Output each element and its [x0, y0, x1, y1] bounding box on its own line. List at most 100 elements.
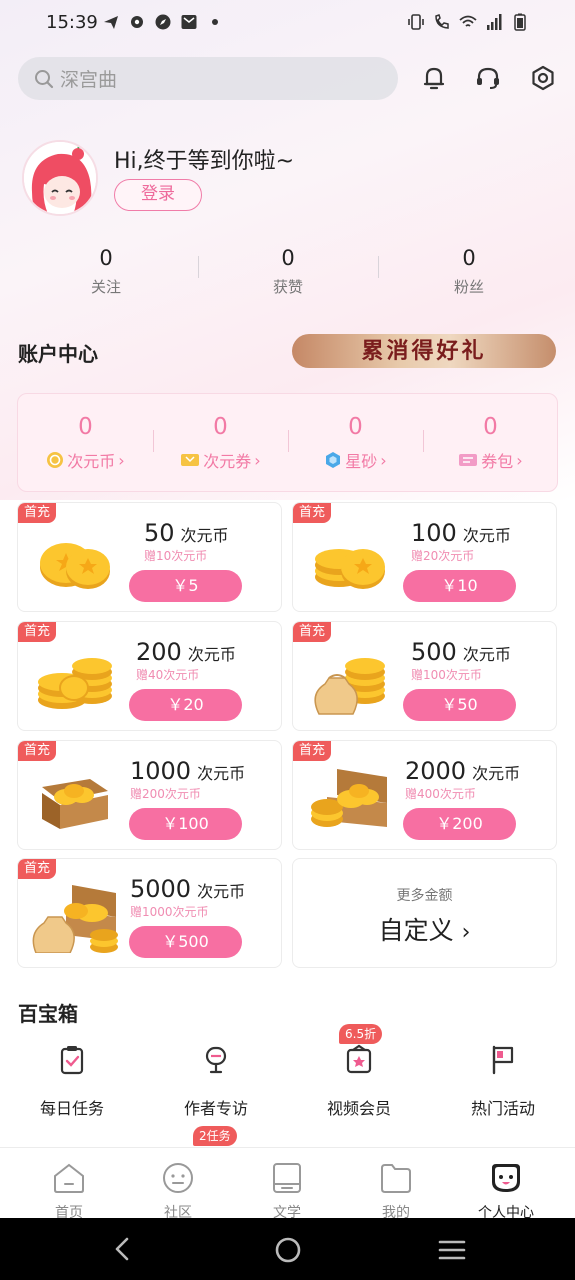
- treasure-chest-bag-icon: [32, 885, 118, 953]
- home-icon: [54, 1163, 84, 1193]
- tool-hot-events[interactable]: 热门活动: [443, 1042, 563, 1119]
- headset-icon: [477, 67, 499, 89]
- wallet-label: 券包: [481, 452, 514, 471]
- recharge-amount: 2000: [405, 757, 467, 785]
- search-input[interactable]: 深宫曲: [18, 57, 398, 100]
- settings-button[interactable]: [527, 62, 559, 94]
- tool-label: 每日任务: [39, 1099, 104, 1118]
- login-button[interactable]: 登录: [114, 179, 202, 211]
- tool-label: 作者专访: [183, 1099, 248, 1118]
- back-icon[interactable]: [110, 1236, 136, 1262]
- price-button[interactable]: ￥200: [403, 808, 516, 840]
- settings-small-icon: [131, 16, 143, 28]
- profile-face-icon: [492, 1164, 520, 1192]
- stat-fans[interactable]: 0 粉丝: [409, 246, 529, 297]
- wallet-label: 次元币: [67, 452, 116, 471]
- price-button[interactable]: ￥100: [129, 808, 242, 840]
- recharge-option-5000[interactable]: 首充 5000 次元币 赠1000次元币 ￥500: [17, 858, 282, 968]
- stat-likes[interactable]: 0 获赞: [228, 246, 348, 297]
- status-time: 15:39: [46, 12, 98, 33]
- nav-community[interactable]: 社区: [128, 1162, 228, 1222]
- recharge-amount: 5000: [130, 875, 192, 903]
- tool-daily-tasks[interactable]: 每日任务: [12, 1042, 132, 1119]
- recharge-unit: 次元币: [197, 882, 246, 901]
- system-nav-bar: [0, 1218, 575, 1280]
- custom-amount-subtitle: 更多金额: [396, 888, 453, 904]
- voucher-icon: [459, 454, 478, 466]
- wallet-item-coins[interactable]: 0 次元币 ›: [18, 414, 153, 472]
- discount-badge: 6.5折: [339, 1024, 383, 1044]
- recharge-bonus: 赠40次元币: [136, 668, 200, 682]
- tool-video-membership[interactable]: 视频会员: [299, 1042, 419, 1119]
- bottom-nav: 首页 社区 2任务 文学 我的 个人中心: [0, 1126, 575, 1221]
- status-bar: 15:39: [0, 0, 575, 48]
- home-circle-icon[interactable]: [274, 1236, 302, 1264]
- stat-following[interactable]: 0 关注: [46, 246, 166, 297]
- community-icon: [163, 1163, 193, 1193]
- recharge-option-1000[interactable]: 首充 1000 次元币 赠200次元币 ￥100: [17, 740, 282, 850]
- price-button[interactable]: ￥10: [403, 570, 516, 602]
- video-member-icon: [346, 1044, 372, 1074]
- stat-label: 粉丝: [453, 278, 484, 296]
- wallet-item-tickets[interactable]: 0 次元券 ›: [153, 414, 288, 472]
- price-button[interactable]: ￥5: [129, 570, 242, 602]
- coin-bag-icon: [314, 658, 385, 715]
- wallet-item-stardust[interactable]: 0 星砂 ›: [288, 414, 423, 472]
- mail-icon: [181, 15, 197, 29]
- stat-divider: [378, 256, 379, 278]
- recharge-unit: 次元币: [197, 764, 246, 783]
- recharge-unit: 次元币: [180, 526, 229, 545]
- gear-icon: [532, 65, 554, 91]
- nav-literature[interactable]: 文学: [237, 1162, 337, 1222]
- chevron-right-icon: ›: [380, 450, 387, 470]
- price-button[interactable]: ￥50: [403, 689, 516, 721]
- recharge-option-200[interactable]: 首充 200 次元币 赠40次元币 ￥20: [17, 621, 282, 731]
- price-button[interactable]: ￥500: [129, 926, 242, 958]
- wifi-icon: [459, 15, 477, 27]
- menu-icon[interactable]: [438, 1238, 466, 1262]
- gem-icon: [326, 452, 341, 468]
- coins-pile-icon: [38, 658, 112, 709]
- recharge-bonus: 赠200次元币: [130, 787, 201, 801]
- coins-small-icon: [40, 543, 110, 589]
- greeting-text: Hi,终于等到你啦~: [114, 149, 295, 174]
- recharge-amount: 1000: [130, 757, 192, 785]
- wallet-value: 0: [78, 414, 93, 440]
- custom-amount-card[interactable]: 更多金额 自定义 ›: [292, 858, 557, 968]
- nav-profile-center[interactable]: 个人中心: [456, 1162, 556, 1222]
- recharge-unit: 次元币: [472, 764, 521, 783]
- first-charge-badge: 首充: [18, 503, 56, 523]
- wallet-label: 次元券: [203, 452, 252, 471]
- recharge-amount: 50: [144, 519, 175, 547]
- recharge-amount: 500: [411, 638, 457, 666]
- recharge-bonus: 赠100次元币: [411, 668, 482, 682]
- send-icon: [104, 16, 118, 29]
- customer-service-button[interactable]: [472, 62, 504, 94]
- signal-icon: [487, 14, 502, 30]
- chevron-right-icon: ›: [461, 920, 471, 945]
- recharge-option-100[interactable]: 首充 100 次元币 赠20次元币 ￥10: [292, 502, 557, 612]
- tool-author-interview[interactable]: 作者专访: [156, 1042, 276, 1119]
- tool-label: 热门活动: [470, 1099, 535, 1118]
- recharge-unit: 次元币: [187, 645, 236, 664]
- wallet-item-vouchers[interactable]: 0 券包 ›: [423, 414, 558, 472]
- custom-amount-title: 自定义: [378, 916, 454, 945]
- ticket-icon: [181, 454, 200, 466]
- recharge-option-50[interactable]: 首充 50 次元币 赠10次元币 ￥5: [17, 502, 282, 612]
- book-icon: [273, 1163, 301, 1193]
- vibrate-icon: [408, 14, 424, 30]
- recharge-option-2000[interactable]: 首充 2000 次元币 赠400次元币 ￥200: [292, 740, 557, 850]
- recharge-amount: 100: [411, 519, 457, 547]
- chevron-right-icon: ›: [516, 450, 523, 470]
- recharge-unit: 次元币: [462, 526, 511, 545]
- notification-button[interactable]: [418, 62, 450, 94]
- recharge-unit: 次元币: [462, 645, 511, 664]
- nav-home[interactable]: 首页: [19, 1162, 119, 1222]
- wallet-panel: 0 次元币 › 0 次元券 › 0 星砂 › 0 券包 ›: [17, 393, 558, 492]
- promo-banner[interactable]: 累消得好礼: [292, 334, 556, 368]
- phone-wifi-icon: [435, 14, 449, 29]
- price-button[interactable]: ￥20: [129, 689, 242, 721]
- recharge-option-500[interactable]: 首充 500 次元币 赠100次元币 ￥50: [292, 621, 557, 731]
- nav-mine[interactable]: 我的: [346, 1162, 446, 1222]
- avatar[interactable]: [22, 140, 98, 216]
